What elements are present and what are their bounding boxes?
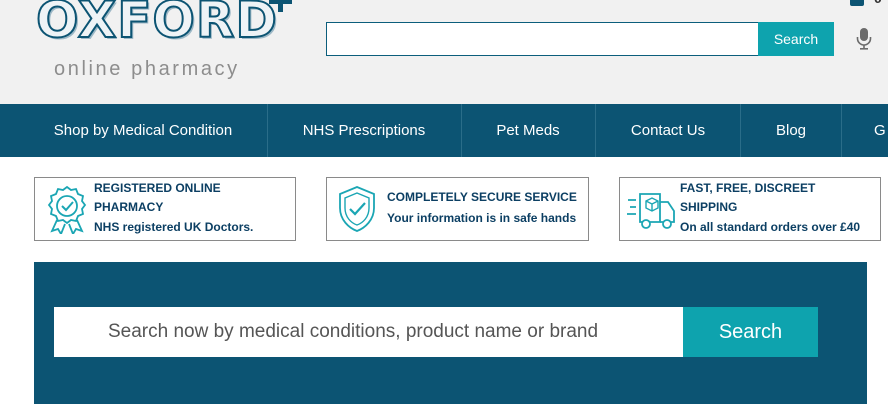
trust-title-line2: PHARMACY [94, 200, 164, 214]
nav-divider [740, 104, 741, 157]
trust-title-line1: COMPLETELY SECURE SERVICE [387, 190, 577, 204]
nav-item-blog[interactable]: Blog [757, 104, 825, 157]
shield-check-icon [339, 186, 375, 232]
nav-item-pet-meds[interactable]: Pet Meds [478, 104, 578, 157]
trust-subtitle: NHS registered UK Doctors. [94, 220, 254, 234]
trust-subtitle: Your information is in safe hands [387, 211, 577, 225]
hero-search-panel: Search [34, 262, 867, 404]
nav-item-nhs-prescriptions[interactable]: NHS Prescriptions [284, 104, 444, 157]
main-nav: Shop by Medical Condition NHS Prescripti… [0, 104, 888, 157]
trust-box-shipping: FAST, FREE, DISCREET SHIPPING On all sta… [619, 177, 881, 241]
award-ribbon-icon [47, 185, 87, 234]
nav-item-shop-by-condition[interactable]: Shop by Medical Condition [36, 104, 250, 157]
nav-divider [267, 104, 268, 157]
nav-divider [841, 104, 842, 157]
nav-divider [595, 104, 596, 157]
trust-subtitle: On all standard orders over £40 [680, 220, 861, 234]
hero-search-input[interactable] [54, 307, 684, 357]
nav-divider [461, 104, 462, 157]
logo-wordmark[interactable]: OXFORD [35, 0, 278, 50]
microphone-icon[interactable] [856, 28, 872, 50]
logo-plus-icon [266, 0, 296, 20]
site-header: OXFORD online pharmacy Search 0 [0, 0, 888, 104]
cart-count[interactable]: 0 [874, 0, 882, 6]
logo-tagline: online pharmacy [54, 58, 240, 80]
header-search-input[interactable] [326, 22, 759, 56]
trust-title-line1: FAST, FREE, DISCREET [680, 181, 816, 195]
hero-search-button[interactable]: Search [683, 307, 818, 357]
trust-title-line1: REGISTERED ONLINE [94, 181, 221, 195]
nav-item-contact-us[interactable]: Contact Us [612, 104, 724, 157]
header-search: Search [326, 22, 834, 56]
header-search-button[interactable]: Search [758, 22, 834, 56]
trust-box-registered: REGISTERED ONLINE PHARMACY NHS registere… [34, 177, 296, 241]
nav-item-more[interactable]: G [874, 104, 888, 157]
trust-title-line2: SHIPPING [680, 200, 738, 214]
trust-box-secure: COMPLETELY SECURE SERVICE Your informati… [326, 177, 589, 241]
delivery-truck-icon [627, 193, 675, 229]
cart-icon[interactable] [850, 0, 864, 6]
